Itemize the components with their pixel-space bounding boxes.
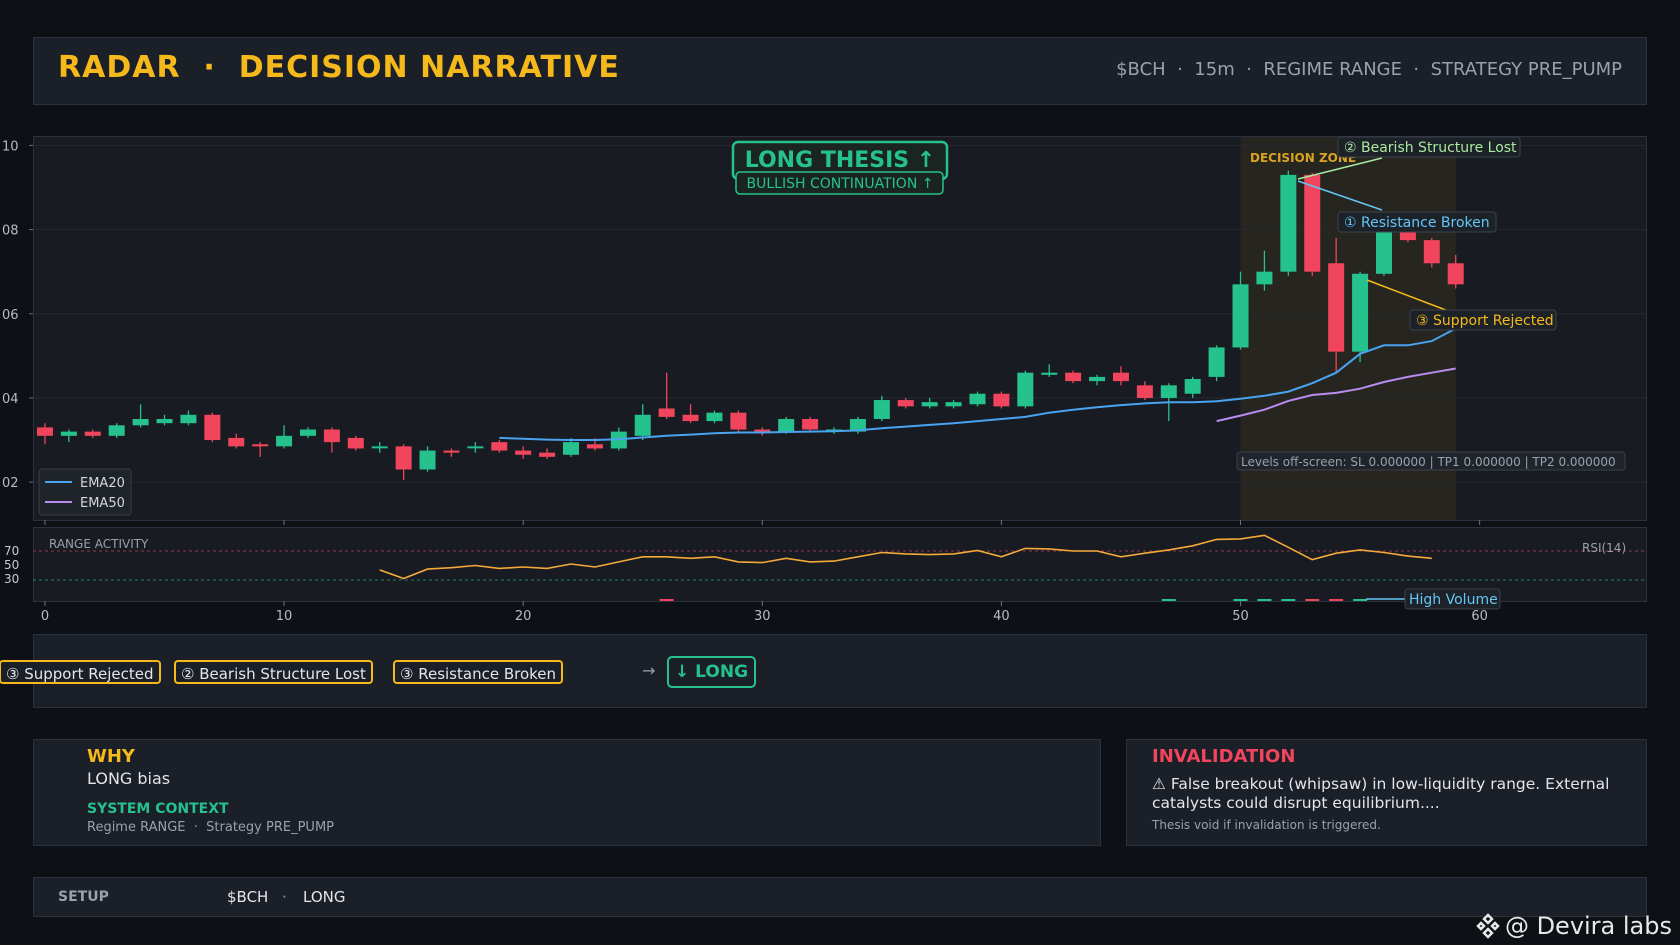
narrative-chip-bar: ③ Support Rejected ② Bearish Structure L… — [0, 634, 1647, 708]
y-tick-label: 02 — [2, 476, 19, 491]
page-title: RADAR · DECISION NARRATIVE — [58, 50, 620, 85]
x-tick-label: 0 — [41, 609, 49, 624]
y-tick-label: 08 — [2, 224, 19, 239]
setup-label: SETUP — [58, 889, 109, 905]
setup-separator: · — [282, 888, 287, 906]
why-bias: LONG bias — [87, 769, 171, 788]
chip-long-decision[interactable]: ↓ LONG — [667, 656, 757, 688]
x-tick-label: 30 — [754, 609, 771, 624]
watermark-text: @ Devira labs — [1504, 912, 1672, 940]
exchange-logo-icon — [1476, 913, 1500, 939]
chip-support-rejected[interactable]: ③ Support Rejected — [0, 660, 161, 684]
invalidation-text: ⚠ False breakout (whipsaw) in low-liquid… — [1152, 775, 1610, 812]
header-bar: RADAR · DECISION NARRATIVE $BCH · 15m · … — [33, 37, 1647, 105]
why-heading: WHY — [87, 746, 135, 767]
chip-resistance-broken[interactable]: ③ Resistance Broken — [393, 660, 564, 684]
y-tick-label: 10 — [2, 139, 19, 154]
y-tick-label: 06 — [2, 308, 19, 323]
system-context-text: Regime RANGE · Strategy PRE_PUMP — [87, 820, 335, 835]
x-tick-label: 50 — [1232, 609, 1249, 624]
invalidation-panel: INVALIDATION ⚠ False breakout (whipsaw) … — [1126, 739, 1647, 846]
setup-symbol: $BCH — [227, 888, 269, 906]
setup-direction: LONG — [303, 888, 346, 906]
x-tick-label: 20 — [515, 609, 532, 624]
rsi-level-30: 30 — [4, 572, 19, 586]
chip-bearish-structure-lost[interactable]: ② Bearish Structure Lost — [174, 660, 373, 684]
setup-bar: SETUP $BCH · LONG — [33, 877, 1647, 917]
header-meta: $BCH · 15m · REGIME RANGE · STRATEGY PRE… — [1116, 59, 1622, 80]
system-context-heading: SYSTEM CONTEXT — [87, 801, 229, 817]
x-tick-label: 40 — [993, 609, 1010, 624]
price-chart-panel — [33, 136, 1647, 521]
x-tick-label: 60 — [1471, 609, 1488, 624]
y-tick-label: 04 — [2, 392, 19, 407]
watermark: @ Devira labs — [1475, 912, 1672, 940]
x-tick-label: 10 — [276, 609, 293, 624]
rsi-level-50: 50 — [4, 558, 19, 572]
rsi-level-70: 70 — [4, 544, 19, 558]
invalidation-heading: INVALIDATION — [1152, 746, 1296, 767]
chip-arrow: → — [642, 661, 656, 680]
why-panel: WHY LONG bias SYSTEM CONTEXT Regime RANG… — [33, 739, 1101, 846]
rsi-panel — [33, 527, 1647, 602]
invalidation-note: Thesis void if invalidation is triggered… — [1152, 818, 1381, 832]
